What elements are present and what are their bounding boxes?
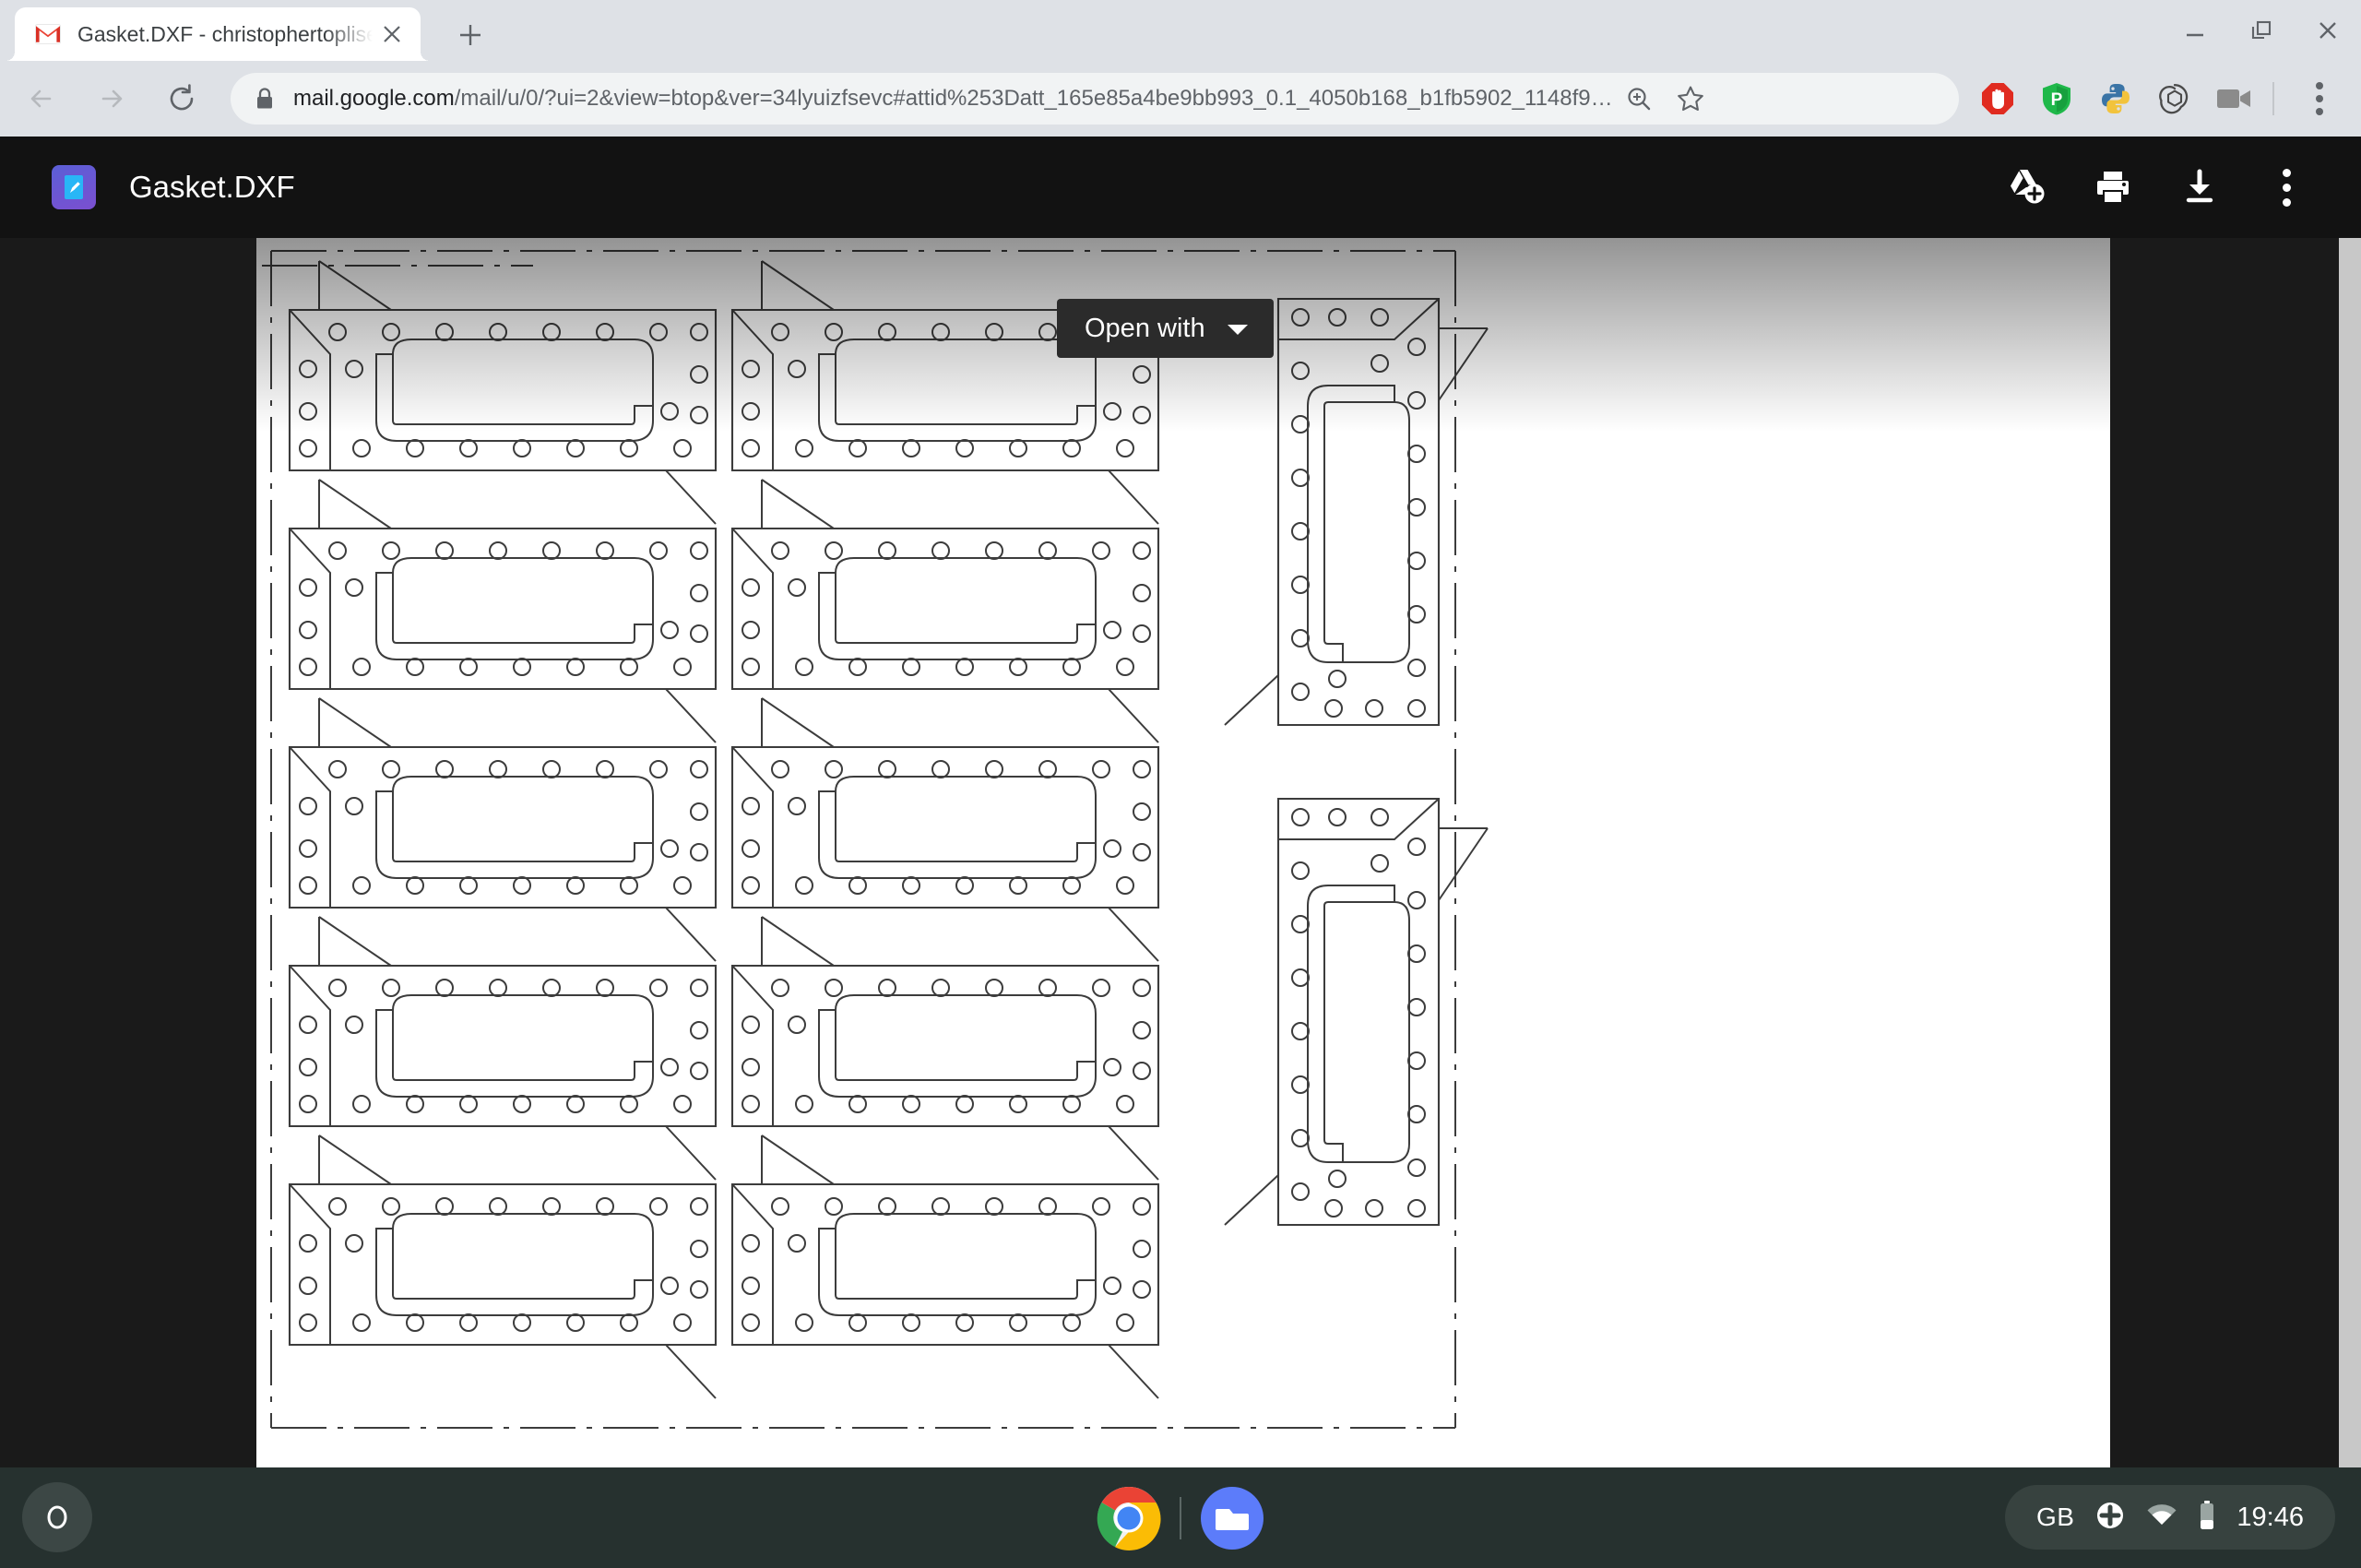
extension-icons: P xyxy=(1968,68,2291,129)
reload-button[interactable] xyxy=(153,70,210,127)
forward-button[interactable] xyxy=(83,70,140,127)
tab-close-icon[interactable] xyxy=(376,18,408,50)
purevpn-icon[interactable]: P xyxy=(2027,68,2086,129)
address-bar[interactable]: mail.google.com/mail/u/0/?ui=2&view=btop… xyxy=(231,73,1959,125)
system-shelf: GB 19:46 xyxy=(0,1467,2361,1568)
tab-strip: Gasket.DXF - christophertoplisek xyxy=(0,0,2361,61)
minimize-button[interactable] xyxy=(2162,0,2228,61)
gmail-icon xyxy=(35,24,61,44)
window-controls xyxy=(2162,0,2361,61)
star-icon[interactable] xyxy=(1665,73,1716,125)
url-text: mail.google.com/mail/u/0/?ui=2&view=btop… xyxy=(293,86,1613,112)
url-host: mail.google.com xyxy=(293,86,455,111)
keyboard-locale: GB xyxy=(2035,1503,2075,1531)
gasket-drawing xyxy=(262,250,1489,1429)
screen-recorder-icon[interactable] xyxy=(2204,68,2263,129)
shelf-apps xyxy=(1078,1467,1283,1568)
files-icon[interactable] xyxy=(1181,1467,1283,1568)
part-row-3 xyxy=(288,696,1160,963)
open-with-label: Open with xyxy=(1085,313,1205,343)
vertical-scrollbar[interactable] xyxy=(2339,238,2361,1467)
part-vertical-2 xyxy=(1223,797,1489,1227)
browser-window: Gasket.DXF - christophertoplisek mail.go… xyxy=(0,0,2361,1467)
restore-button[interactable] xyxy=(2228,0,2295,61)
part-row-4 xyxy=(288,915,1160,1182)
new-tab-button[interactable] xyxy=(450,15,491,55)
dxf-file-icon xyxy=(52,165,96,209)
accessibility-icon xyxy=(2094,1500,2126,1536)
adblock-icon[interactable] xyxy=(1968,68,2027,129)
python-icon[interactable] xyxy=(2086,68,2145,129)
url-path: /mail/u/0/?ui=2&view=btop&ver=34lyuizfse… xyxy=(454,86,1613,111)
more-options-icon[interactable] xyxy=(2243,137,2330,238)
toolbar-divider xyxy=(2272,82,2274,115)
status-tray[interactable]: GB 19:46 xyxy=(2004,1485,2335,1550)
chevron-down-icon xyxy=(1226,314,1250,344)
part-vertical-1 xyxy=(1223,297,1489,727)
add-to-drive-icon[interactable] xyxy=(1983,137,2070,238)
file-viewer: Gasket.DXF Open with xyxy=(0,137,2361,1467)
viewer-actions xyxy=(1983,137,2330,238)
print-icon[interactable] xyxy=(2070,137,2156,238)
open-with-button[interactable]: Open with xyxy=(1057,299,1274,358)
tab-title: Gasket.DXF - christophertoplisek xyxy=(77,21,373,46)
part-row-5 xyxy=(288,1134,1160,1400)
browser-tab[interactable]: Gasket.DXF - christophertoplisek xyxy=(6,7,430,61)
wifi-icon xyxy=(2146,1503,2177,1532)
part-row-2 xyxy=(288,478,1160,744)
browser-menu-icon[interactable] xyxy=(2291,70,2348,127)
clock: 19:46 xyxy=(2236,1502,2304,1532)
viewer-toolbar: Gasket.DXF xyxy=(0,137,2361,238)
launcher-button[interactable] xyxy=(22,1482,92,1552)
close-button[interactable] xyxy=(2295,0,2361,61)
svg-text:P: P xyxy=(2051,90,2063,110)
document-page xyxy=(256,238,2110,1467)
file-name: Gasket.DXF xyxy=(129,170,295,204)
part-row-1 xyxy=(288,259,1160,526)
openai-icon[interactable] xyxy=(2145,68,2204,129)
back-button[interactable] xyxy=(13,70,70,127)
scrollbar-thumb[interactable] xyxy=(2339,238,2361,1467)
zoom-in-icon[interactable] xyxy=(1613,73,1665,125)
omnibox-row: mail.google.com/mail/u/0/?ui=2&view=btop… xyxy=(0,61,2361,137)
download-icon[interactable] xyxy=(2156,137,2243,238)
lock-icon xyxy=(255,87,275,111)
battery-icon xyxy=(2198,1500,2216,1536)
chrome-icon[interactable] xyxy=(1078,1467,1180,1568)
